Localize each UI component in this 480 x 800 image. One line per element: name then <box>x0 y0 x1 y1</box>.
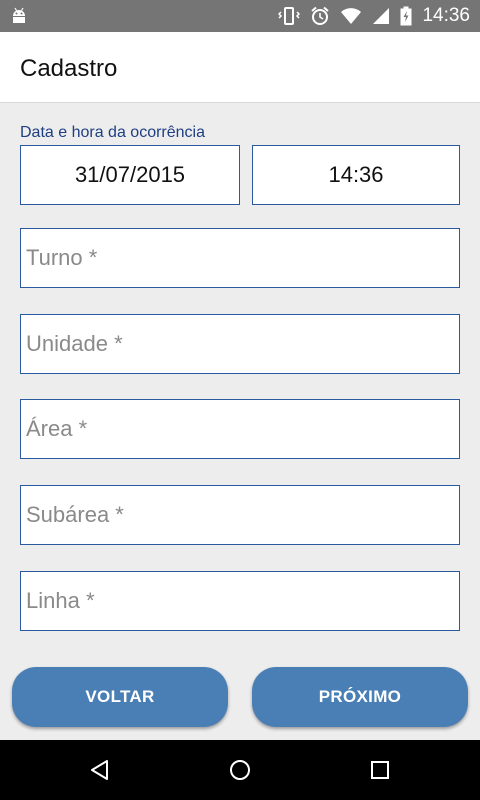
android-debug-icon <box>13 7 25 23</box>
recents-square-icon <box>371 761 389 779</box>
back-triangle-icon <box>91 760 108 780</box>
back-nav-button[interactable] <box>70 740 130 800</box>
app-bar: Cadastro <box>0 32 480 103</box>
subarea-input[interactable]: Subárea * <box>20 485 460 545</box>
alarm-icon <box>311 6 330 25</box>
clock-text: 14:36 <box>422 5 470 26</box>
next-button[interactable]: PRÓXIMO <box>252 667 468 727</box>
turno-input[interactable]: Turno * <box>20 228 460 288</box>
navigation-bar <box>0 740 480 800</box>
back-button[interactable]: VOLTAR <box>12 667 228 727</box>
vibrate-icon <box>278 7 301 25</box>
unidade-input[interactable]: Unidade * <box>20 314 460 374</box>
recents-nav-button[interactable] <box>350 740 410 800</box>
battery-charging-icon <box>400 6 412 26</box>
area-input[interactable]: Área * <box>20 399 460 459</box>
home-circle-icon <box>230 760 250 780</box>
linha-input[interactable]: Linha * <box>20 571 460 631</box>
wifi-icon <box>341 8 362 24</box>
date-field[interactable]: 31/07/2015 <box>20 145 240 205</box>
datetime-label: Data e hora da ocorrência <box>20 124 205 141</box>
signal-icon <box>373 8 390 24</box>
home-nav-button[interactable] <box>210 740 270 800</box>
status-bar: 14:36 <box>0 0 480 32</box>
page-title: Cadastro <box>20 55 118 82</box>
time-field[interactable]: 14:36 <box>252 145 460 205</box>
